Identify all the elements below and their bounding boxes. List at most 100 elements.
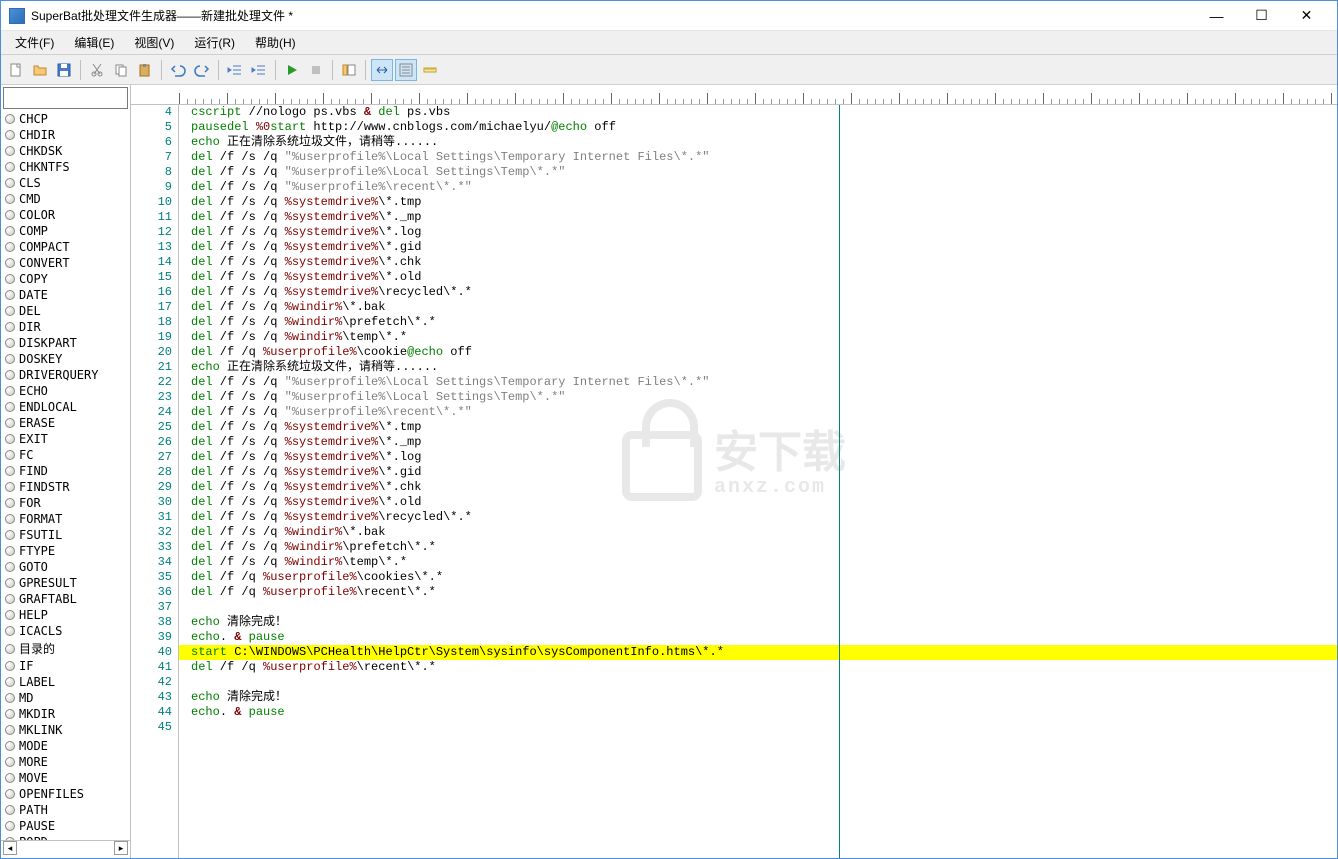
code-line[interactable]: del /f /s /q %windir%\temp\*.* bbox=[179, 330, 1337, 345]
code-line[interactable]: del /f /s /q %systemdrive%\*.old bbox=[179, 270, 1337, 285]
code-line[interactable]: del /f /s /q %systemdrive%\*.log bbox=[179, 450, 1337, 465]
menu-edit[interactable]: 编辑(E) bbox=[64, 32, 124, 53]
command-item[interactable]: MOVE bbox=[1, 770, 130, 786]
new-file-button[interactable] bbox=[5, 59, 27, 81]
code-line[interactable]: del /f /s /q %windir%\*.bak bbox=[179, 525, 1337, 540]
code-line[interactable]: del /f /s /q %systemdrive%\*.gid bbox=[179, 240, 1337, 255]
command-item[interactable]: GPRESULT bbox=[1, 575, 130, 591]
command-item[interactable]: MKLINK bbox=[1, 722, 130, 738]
scroll-right-icon[interactable]: ▸ bbox=[114, 841, 128, 855]
command-item[interactable]: CLS bbox=[1, 175, 130, 191]
command-item[interactable]: LABEL bbox=[1, 674, 130, 690]
code-line[interactable]: del /f /s /q %systemdrive%\*.old bbox=[179, 495, 1337, 510]
command-item[interactable]: ENDLOCAL bbox=[1, 399, 130, 415]
command-item[interactable]: COMPACT bbox=[1, 239, 130, 255]
command-item[interactable]: CHKDSK bbox=[1, 143, 130, 159]
command-item[interactable]: DOSKEY bbox=[1, 351, 130, 367]
command-item[interactable]: CMD bbox=[1, 191, 130, 207]
run-button[interactable] bbox=[281, 59, 303, 81]
code-line[interactable] bbox=[179, 720, 1337, 735]
linenumber-toggle-button[interactable] bbox=[395, 59, 417, 81]
menu-view[interactable]: 视图(V) bbox=[124, 32, 184, 53]
command-item[interactable]: MD bbox=[1, 690, 130, 706]
menu-help[interactable]: 帮助(H) bbox=[245, 32, 306, 53]
command-item[interactable]: 目录的 bbox=[1, 639, 130, 658]
command-item[interactable]: CHKNTFS bbox=[1, 159, 130, 175]
command-item[interactable]: PATH bbox=[1, 802, 130, 818]
code-line[interactable] bbox=[179, 675, 1337, 690]
code-line[interactable]: del /f /s /q "%userprofile%\Local Settin… bbox=[179, 150, 1337, 165]
command-item[interactable]: CHCP bbox=[1, 111, 130, 127]
copy-button[interactable] bbox=[110, 59, 132, 81]
close-button[interactable]: ✕ bbox=[1284, 2, 1329, 30]
code-line[interactable]: del /f /s /q "%userprofile%\Local Settin… bbox=[179, 165, 1337, 180]
command-item[interactable]: ERASE bbox=[1, 415, 130, 431]
code-line[interactable]: del /f /q %userprofile%\recent\*.* bbox=[179, 660, 1337, 675]
code-lines[interactable]: cscript //nologo ps.vbs & del ps.vbspaus… bbox=[179, 105, 1337, 858]
command-item[interactable]: FIND bbox=[1, 463, 130, 479]
code-line[interactable]: del /f /s /q "%userprofile%\Local Settin… bbox=[179, 375, 1337, 390]
stop-button[interactable] bbox=[305, 59, 327, 81]
command-list[interactable]: CHCPCHDIRCHKDSKCHKNTFSCLSCMDCOLORCOMPCOM… bbox=[1, 111, 130, 840]
indent-button[interactable] bbox=[248, 59, 270, 81]
command-item[interactable]: DIR bbox=[1, 319, 130, 335]
command-item[interactable]: OPENFILES bbox=[1, 786, 130, 802]
command-item[interactable]: DATE bbox=[1, 287, 130, 303]
toggle-sidebar-button[interactable] bbox=[338, 59, 360, 81]
command-item[interactable]: MODE bbox=[1, 738, 130, 754]
code-line[interactable]: del /f /s /q %systemdrive%\*._mp bbox=[179, 435, 1337, 450]
code-line[interactable]: del /f /s /q "%userprofile%\Local Settin… bbox=[179, 390, 1337, 405]
code-line[interactable]: echo 正在清除系统垃圾文件，请稍等...... bbox=[179, 135, 1337, 150]
code-line[interactable]: del /f /s /q %windir%\prefetch\*.* bbox=[179, 315, 1337, 330]
code-line[interactable]: del /f /s /q %systemdrive%\*.chk bbox=[179, 255, 1337, 270]
undo-button[interactable] bbox=[167, 59, 189, 81]
command-item[interactable]: COPY bbox=[1, 271, 130, 287]
code-line[interactable]: del /f /s /q %systemdrive%\*.tmp bbox=[179, 195, 1337, 210]
command-item[interactable]: CONVERT bbox=[1, 255, 130, 271]
code-line[interactable]: del /f /s /q "%userprofile%\recent\*.*" bbox=[179, 180, 1337, 195]
command-item[interactable]: ICACLS bbox=[1, 623, 130, 639]
redo-button[interactable] bbox=[191, 59, 213, 81]
open-file-button[interactable] bbox=[29, 59, 51, 81]
code-line[interactable] bbox=[179, 600, 1337, 615]
command-item[interactable]: FSUTIL bbox=[1, 527, 130, 543]
command-item[interactable]: EXIT bbox=[1, 431, 130, 447]
code-line[interactable]: echo 正在清除系统垃圾文件，请稍等...... bbox=[179, 360, 1337, 375]
code-line[interactable]: del /f /q %userprofile%\cookies\*.* bbox=[179, 570, 1337, 585]
code-line[interactable]: del /f /q %userprofile%\recent\*.* bbox=[179, 585, 1337, 600]
command-item[interactable]: FOR bbox=[1, 495, 130, 511]
command-item[interactable]: COMP bbox=[1, 223, 130, 239]
code-line[interactable]: pausedel %0start http://www.cnblogs.com/… bbox=[179, 120, 1337, 135]
sidebar-scrollbar[interactable]: ◂▸ bbox=[1, 840, 130, 858]
scroll-left-icon[interactable]: ◂ bbox=[3, 841, 17, 855]
code-line[interactable]: cscript //nologo ps.vbs & del ps.vbs bbox=[179, 105, 1337, 120]
save-button[interactable] bbox=[53, 59, 75, 81]
command-item[interactable]: FC bbox=[1, 447, 130, 463]
code-line[interactable]: del /f /s /q %systemdrive%\*.tmp bbox=[179, 420, 1337, 435]
command-item[interactable]: ECHO bbox=[1, 383, 130, 399]
command-item[interactable]: HELP bbox=[1, 607, 130, 623]
code-line[interactable]: del /f /s /q %systemdrive%\*.chk bbox=[179, 480, 1337, 495]
code-line[interactable]: echo 清除完成！ bbox=[179, 690, 1337, 705]
command-item[interactable]: FORMAT bbox=[1, 511, 130, 527]
code-line[interactable]: del /f /s /q %systemdrive%\recycled\*.* bbox=[179, 285, 1337, 300]
minimize-button[interactable]: — bbox=[1194, 2, 1239, 30]
command-item[interactable]: DRIVERQUERY bbox=[1, 367, 130, 383]
command-item[interactable]: DISKPART bbox=[1, 335, 130, 351]
code-line[interactable]: echo. & pause bbox=[179, 630, 1337, 645]
menu-file[interactable]: 文件(F) bbox=[5, 32, 64, 53]
outdent-button[interactable] bbox=[224, 59, 246, 81]
code-line[interactable]: echo. & pause bbox=[179, 705, 1337, 720]
command-item[interactable]: DEL bbox=[1, 303, 130, 319]
code-line[interactable]: del /f /s /q %windir%\temp\*.* bbox=[179, 555, 1337, 570]
command-item[interactable]: FTYPE bbox=[1, 543, 130, 559]
command-item[interactable]: MKDIR bbox=[1, 706, 130, 722]
code-line[interactable]: del /f /s /q %systemdrive%\*.log bbox=[179, 225, 1337, 240]
code-line[interactable]: del /f /s /q %windir%\prefetch\*.* bbox=[179, 540, 1337, 555]
code-line[interactable]: del /f /s /q "%userprofile%\recent\*.*" bbox=[179, 405, 1337, 420]
command-item[interactable]: IF bbox=[1, 658, 130, 674]
maximize-button[interactable]: ☐ bbox=[1239, 2, 1284, 30]
command-item[interactable]: COLOR bbox=[1, 207, 130, 223]
code-area[interactable]: 安下载anxz.com 4567891011121314151617181920… bbox=[131, 105, 1337, 858]
ruler-toggle-button[interactable] bbox=[419, 59, 441, 81]
